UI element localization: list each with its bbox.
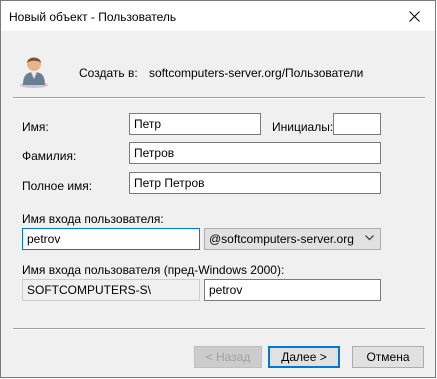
close-icon xyxy=(408,10,420,22)
user-icon xyxy=(20,57,48,88)
domain-suffix-value: @softcomputers-server.org xyxy=(209,232,354,246)
next-button-label: Далее > xyxy=(281,350,327,364)
chevron-down-icon xyxy=(365,235,374,241)
initials-field[interactable] xyxy=(333,113,381,135)
cancel-button[interactable]: Отмена xyxy=(352,346,424,368)
first-name-field[interactable]: Петр xyxy=(129,113,261,135)
create-in-label: Создать в: xyxy=(79,66,138,80)
first-name-label: Имя: xyxy=(22,120,49,134)
last-name-field[interactable]: Петров xyxy=(129,142,381,164)
full-name-label: Полное имя: xyxy=(22,179,93,193)
back-button-label: < Назад xyxy=(205,350,251,364)
next-button[interactable]: Далее > xyxy=(268,346,340,368)
create-in-path: softcomputers-server.org/Пользователи xyxy=(149,66,364,80)
new-user-dialog: Новый объект - Пользователь Создать в: s… xyxy=(0,0,436,378)
back-button[interactable]: < Назад xyxy=(194,346,262,368)
close-button[interactable] xyxy=(393,1,435,31)
full-name-field[interactable]: Петр Петров xyxy=(129,172,381,194)
logon-name-field[interactable]: petrov xyxy=(22,228,200,250)
pre2000-logon-label: Имя входа пользователя (пред-Windows 200… xyxy=(22,263,285,277)
separator xyxy=(13,328,425,330)
logon-name-label: Имя входа пользователя: xyxy=(22,212,164,226)
initials-label: Инициалы: xyxy=(272,120,334,134)
domain-suffix-select[interactable]: @softcomputers-server.org xyxy=(204,228,381,250)
pre2000-name-field[interactable]: petrov xyxy=(204,279,381,301)
cancel-button-label: Отмена xyxy=(366,350,410,364)
separator xyxy=(13,97,425,99)
last-name-label: Фамилия: xyxy=(22,149,77,163)
window-title: Новый объект - Пользователь xyxy=(9,10,177,24)
title-bar: Новый объект - Пользователь xyxy=(1,1,435,31)
pre2000-domain-field: SOFTCOMPUTERS-S\ xyxy=(22,279,200,301)
